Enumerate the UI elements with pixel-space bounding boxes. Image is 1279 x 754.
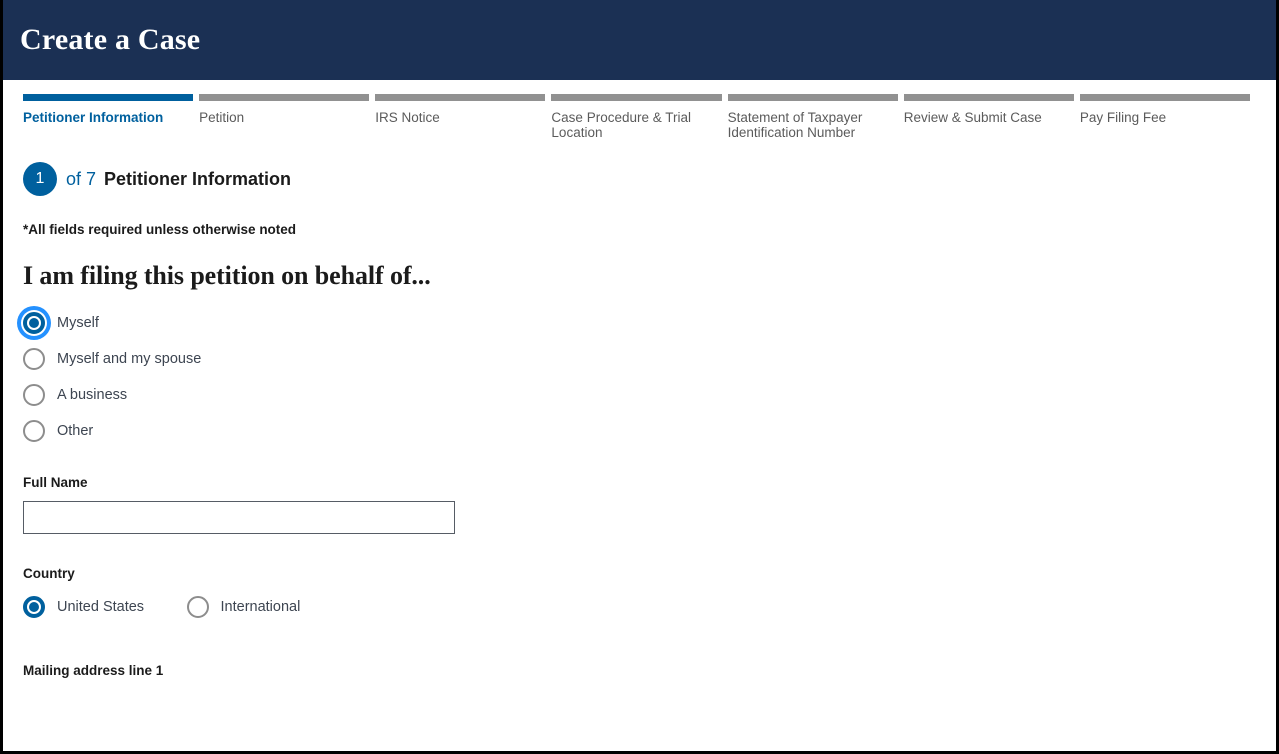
- page-title: Create a Case: [20, 23, 201, 56]
- step-indicator-label-7: Pay Filing Fee: [1079, 110, 1167, 125]
- radio-icon-selected[interactable]: [23, 596, 45, 618]
- step-indicator-list: Petitioner Information Petition IRS Noti…: [23, 94, 1256, 140]
- step-of-label: of 7: [66, 168, 97, 189]
- mailing-address-line-1-label: Mailing address line 1: [23, 663, 164, 678]
- country-option-international-label: International: [220, 599, 301, 615]
- required-fields-note: *All fields required unless otherwise no…: [23, 222, 297, 237]
- radio-icon-unselected[interactable]: [23, 420, 45, 442]
- behalf-option-myself-label: Myself: [57, 315, 99, 331]
- country-label: Country: [23, 566, 75, 581]
- main-content: 1 of 7 Petitioner Information *All field…: [3, 162, 1276, 678]
- step-indicator-item-3[interactable]: IRS Notice: [375, 94, 551, 126]
- step-title: Petitioner Information: [104, 168, 292, 189]
- step-progress-bar-2: [199, 94, 370, 101]
- country-option-united-states-label: United States: [57, 599, 145, 615]
- step-indicator-item-4[interactable]: Case Procedure & Trial Location: [551, 94, 727, 140]
- country-field-group: Country United States International: [23, 566, 1256, 629]
- full-name-label: Full Name: [23, 475, 88, 490]
- behalf-option-other-label: Other: [57, 423, 94, 439]
- country-radio-group: United States International: [23, 593, 1256, 629]
- step-progress-bar-1: [23, 94, 194, 101]
- behalf-option-business[interactable]: A business: [23, 381, 1256, 409]
- step-number-badge: 1: [23, 162, 57, 196]
- step-progress-bar-4: [551, 94, 722, 101]
- step-indicator-label-2: Petition: [199, 110, 245, 125]
- step-indicator-item-1[interactable]: Petitioner Information: [23, 94, 199, 126]
- behalf-option-business-label: A business: [57, 387, 128, 403]
- step-indicator-label-1: Petitioner Information: [23, 110, 164, 125]
- behalf-option-other[interactable]: Other: [23, 417, 1256, 445]
- step-indicator-item-7[interactable]: Pay Filing Fee: [1079, 94, 1256, 126]
- behalf-option-myself-and-spouse[interactable]: Myself and my spouse: [23, 345, 1256, 373]
- step-progress-bar-7: [1079, 94, 1250, 101]
- step-progress-bar-6: [903, 94, 1074, 101]
- behalf-option-myself[interactable]: Myself: [23, 309, 1256, 337]
- step-indicator-item-5[interactable]: Statement of Taxpayer Identification Num…: [727, 94, 904, 140]
- radio-icon-unselected[interactable]: [186, 596, 209, 618]
- country-option-united-states[interactable]: United States: [23, 593, 144, 621]
- app-header: Create a Case: [3, 0, 1276, 80]
- full-name-input[interactable]: [23, 501, 455, 534]
- behalf-question: I am filing this petition on behalf of..…: [23, 261, 431, 290]
- radio-icon-selected[interactable]: [23, 312, 45, 334]
- step-heading: 1 of 7 Petitioner Information: [23, 162, 1256, 196]
- step-progress-bar-3: [375, 94, 546, 101]
- step-progress-bar-5: [727, 94, 898, 101]
- step-indicator-label-5: Statement of Taxpayer Identification Num…: [727, 110, 863, 140]
- full-name-field-group: Full Name: [23, 475, 1256, 534]
- step-indicator: Petitioner Information Petition IRS Noti…: [3, 80, 1276, 140]
- create-case-page: Create a Case Petitioner Information Pet…: [0, 0, 1279, 754]
- behalf-option-myself-and-spouse-label: Myself and my spouse: [57, 351, 202, 367]
- radio-icon-unselected[interactable]: [23, 384, 45, 406]
- country-option-international[interactable]: International: [186, 593, 301, 621]
- step-indicator-label-4: Case Procedure & Trial Location: [551, 110, 691, 140]
- step-indicator-label-6: Review & Submit Case: [903, 110, 1042, 125]
- step-indicator-item-2[interactable]: Petition: [199, 94, 375, 126]
- step-indicator-label-3: IRS Notice: [375, 110, 440, 125]
- behalf-radio-group: Myself Myself and my spouse A business O…: [23, 309, 1256, 445]
- radio-icon-unselected[interactable]: [23, 348, 45, 370]
- step-indicator-item-6[interactable]: Review & Submit Case: [903, 94, 1080, 126]
